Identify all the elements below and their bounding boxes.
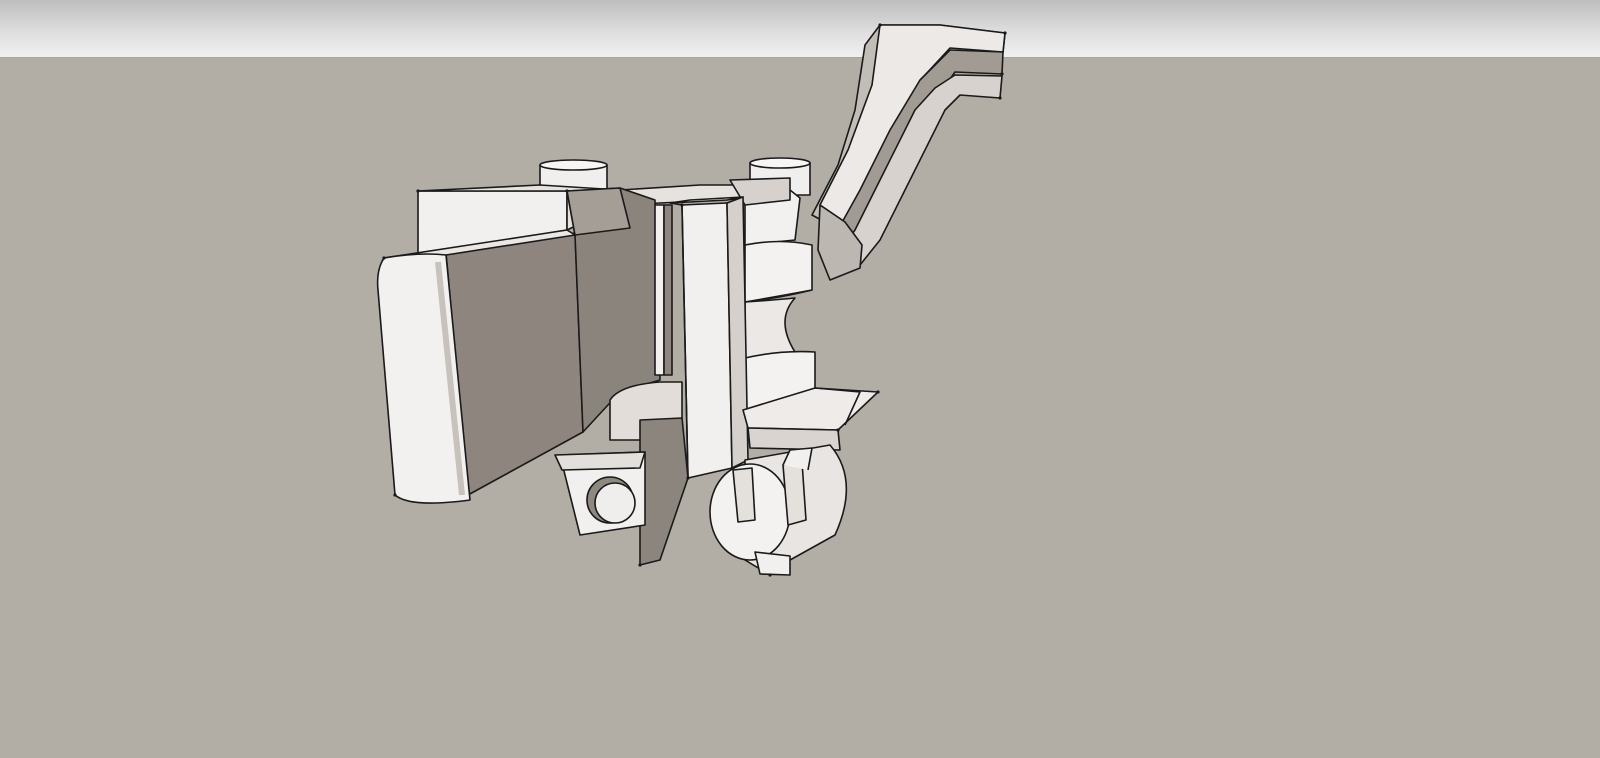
slot-strip-2 [664,205,672,375]
spool-waist [745,298,795,358]
front-bar-face [682,203,732,478]
cylinder-foot [755,552,790,575]
3d-model[interactable] [0,0,1600,758]
hole-back-face [595,483,635,523]
bracket-shadow [640,418,688,565]
clip-right [783,462,806,525]
right-post-top [750,158,810,168]
bracket-ledge [555,452,645,470]
left-rounded-block[interactable] [378,230,583,503]
left-post-top [540,160,607,170]
modeling-viewport[interactable] [0,0,1600,758]
slot-strips[interactable] [655,205,672,375]
center-panel-edge [567,188,630,235]
curved-rail-arm[interactable] [812,25,1005,280]
slot-strip-1 [655,205,664,375]
spool-upper-disc [745,242,812,303]
